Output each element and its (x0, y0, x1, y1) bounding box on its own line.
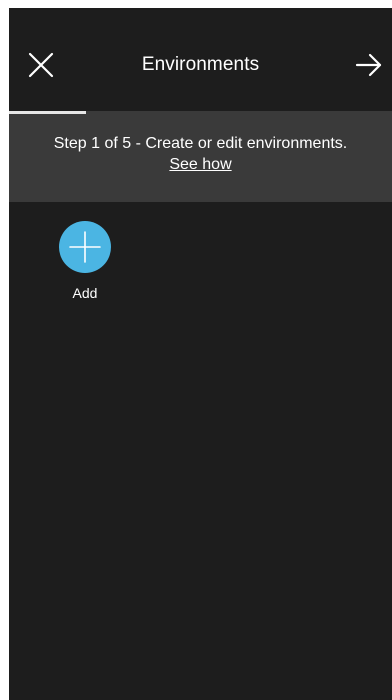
header-bar: Environments (9, 8, 392, 112)
step-banner: Step 1 of 5 - Create or edit environment… (9, 114, 392, 202)
plus-icon (69, 231, 101, 263)
step-text: Step 1 of 5 - Create or edit environment… (53, 135, 348, 152)
next-button[interactable] (354, 50, 384, 80)
environments-screen: Environments Step 1 of 5 - Create or edi… (9, 8, 392, 700)
arrow-right-icon (355, 53, 382, 77)
page-title: Environments (141, 54, 260, 75)
add-circle (59, 221, 111, 273)
see-how-link[interactable]: See how (9, 155, 392, 175)
add-label: Add (72, 285, 98, 301)
add-environment-button[interactable]: Add (57, 221, 113, 301)
